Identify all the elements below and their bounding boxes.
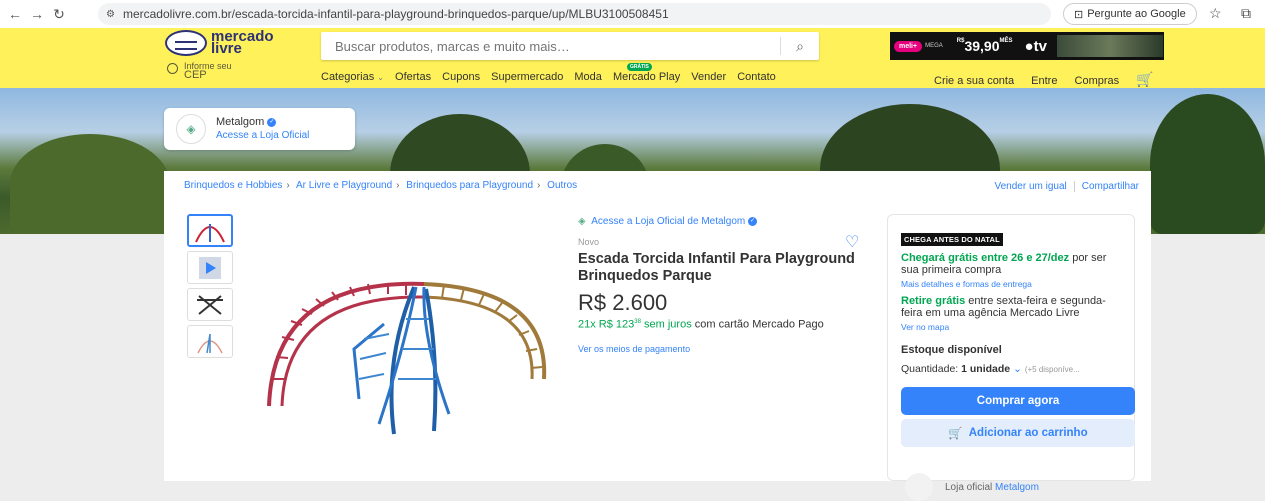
ask-google-label: Pergunte ao Google	[1087, 8, 1186, 20]
breadcrumb: Brinquedos e Hobbies › Ar Livre e Playgro…	[184, 180, 578, 191]
site-header: mercado livre Informe seu CEP ⌕ meli+ ME…	[0, 28, 1265, 88]
seller-avatar	[905, 473, 933, 501]
meli-plus-badge: meli+	[894, 40, 923, 52]
product-thumbnail[interactable]	[187, 288, 233, 321]
gratis-badge: GRÁTIS	[626, 63, 652, 71]
chevron-down-icon: ⌄	[377, 73, 384, 82]
account-nav: Crie a sua conta Entre Compras 🛒	[934, 71, 1154, 88]
chevron-down-icon: ⌄	[1013, 363, 1022, 375]
nav-ofertas[interactable]: Ofertas	[395, 71, 431, 83]
meli-plus-sub: MEGA	[925, 43, 943, 49]
christmas-badge: CHEGA ANTES DO NATAL	[901, 233, 1003, 246]
nav-vender[interactable]: Vender	[691, 71, 726, 83]
share-links: Vender um igual Compartilhar	[994, 181, 1139, 192]
extensions-icon[interactable]: ⧉	[1241, 5, 1251, 22]
nav-mercado-play[interactable]: GRÁTIS Mercado Play	[613, 63, 680, 83]
apple-tv-logo: ●tv	[1024, 37, 1047, 55]
breadcrumb-item[interactable]: Ar Livre e Playground	[296, 180, 392, 191]
official-store-product-link[interactable]: ◈ Acesse a Loja Oficial de Metalgom ✓	[578, 216, 758, 227]
pickup-info: Retire grátis entre sexta-feira e segund…	[901, 295, 1106, 319]
add-to-cart-button[interactable]: 🛒 Adicionar ao carrinho	[901, 419, 1135, 447]
product-main-image[interactable]	[264, 279, 554, 439]
login-link[interactable]: Entre	[1031, 75, 1057, 87]
nav-cupons[interactable]: Cupons	[442, 71, 480, 83]
google-lens-icon: ⊡	[1074, 8, 1084, 21]
promo-image	[1056, 35, 1163, 57]
store-logo-small-icon: ◈	[578, 216, 586, 227]
meli-plus-promo-banner[interactable]: meli+ MEGA R$39,90MÊS ●tv	[890, 32, 1164, 60]
breadcrumb-item[interactable]: Outros	[547, 180, 577, 191]
installments-info: 21x R$ 12338 sem juros com cartão Mercad…	[578, 318, 824, 331]
location-pin-icon	[167, 63, 178, 74]
share-link[interactable]: Compartilhar	[1082, 181, 1139, 192]
breadcrumb-item[interactable]: Brinquedos para Playground	[406, 180, 533, 191]
back-icon[interactable]: ←	[4, 6, 26, 22]
nav-supermercado[interactable]: Supermercado	[491, 71, 563, 83]
sell-similar-link[interactable]: Vender um igual	[994, 181, 1066, 192]
search-icon[interactable]: ⌕	[781, 38, 819, 55]
verified-icon: ✓	[267, 117, 277, 127]
seller-info: Loja oficial Metalgom	[905, 473, 1039, 501]
seller-link[interactable]: Metalgom	[995, 482, 1039, 493]
ask-google-button[interactable]: ⊡ Pergunte ao Google	[1063, 3, 1197, 25]
store-name: Metalgom ✓	[216, 116, 277, 128]
search-input[interactable]	[321, 33, 780, 59]
arch-ladder-icon	[195, 223, 225, 242]
buy-box: CHEGA ANTES DO NATAL Chegará grátis entr…	[887, 214, 1135, 501]
bookmark-star-icon[interactable]: ☆	[1209, 5, 1222, 22]
shipping-info: Chegará grátis entre 26 e 27/dez por ser…	[901, 252, 1107, 276]
breadcrumb-item[interactable]: Brinquedos e Hobbies	[184, 180, 282, 191]
logo-text: mercado livre	[211, 28, 274, 57]
payment-methods-link[interactable]: Ver os meios de pagamento	[578, 344, 690, 354]
purchases-link[interactable]: Compras	[1075, 75, 1120, 87]
search-bar: ⌕	[321, 32, 819, 60]
product-price: R$ 2.600	[578, 290, 668, 315]
arch-ladder-icon	[197, 333, 223, 353]
product-condition: Novo	[578, 237, 600, 247]
forward-icon[interactable]: →	[26, 6, 48, 22]
promo-price: R$39,90MÊS	[956, 38, 1013, 54]
verified-icon: ✓	[748, 216, 758, 226]
product-panel: Brinquedos e Hobbies › Ar Livre e Playgro…	[164, 171, 1151, 501]
cep-selector[interactable]: Informe seu CEP	[167, 62, 232, 81]
favorite-heart-icon[interactable]: ♡	[845, 232, 859, 252]
product-thumbnail[interactable]	[187, 325, 233, 358]
official-store-link[interactable]: Acesse a Loja Oficial	[216, 129, 309, 142]
create-account-link[interactable]: Crie a sua conta	[934, 75, 1014, 87]
product-thumbnail[interactable]	[187, 214, 233, 247]
apple-icon: ●	[1024, 37, 1034, 55]
site-settings-icon[interactable]: ⚙	[106, 9, 115, 20]
map-link[interactable]: Ver no mapa	[901, 322, 1121, 332]
url-text: mercadolivre.com.br/escada-torcida-infan…	[122, 7, 669, 21]
handshake-icon	[165, 30, 207, 56]
main-nav: Categorias ⌄ Ofertas Cupons Supermercado…	[321, 63, 784, 83]
play-video-icon	[199, 256, 221, 279]
quantity-selector[interactable]: Quantidade: 1 unidade ⌄ (+5 disponíve...	[901, 363, 1121, 375]
product-title: Escada Torcida Infantil Para Playground …	[578, 251, 855, 284]
nav-contato[interactable]: Contato	[737, 71, 776, 83]
browser-toolbar: ← → ↻ ⚙ mercadolivre.com.br/escada-torci…	[0, 0, 1265, 28]
ladder-detail-icon	[197, 294, 223, 315]
store-card[interactable]: ◈ Metalgom ✓ Acesse a Loja Oficial	[164, 108, 355, 150]
address-bar[interactable]: ⚙ mercadolivre.com.br/escada-torcida-inf…	[98, 3, 1051, 25]
nav-moda[interactable]: Moda	[574, 71, 602, 83]
reload-icon[interactable]: ↻	[48, 6, 70, 23]
store-logo-icon: ◈	[176, 114, 206, 144]
cart-add-icon: 🛒	[948, 428, 963, 440]
stock-label: Estoque disponível	[901, 344, 1002, 356]
shipping-details-link[interactable]: Mais detalhes e formas de entrega	[901, 279, 1121, 289]
buy-now-button[interactable]: Comprar agora	[901, 387, 1135, 415]
cep-label: CEP	[184, 69, 207, 81]
product-video-thumbnail[interactable]	[187, 251, 233, 284]
cart-icon[interactable]: 🛒	[1136, 71, 1153, 87]
mercadolivre-logo[interactable]: mercado livre	[165, 28, 274, 57]
nav-categorias[interactable]: Categorias ⌄	[321, 71, 384, 83]
